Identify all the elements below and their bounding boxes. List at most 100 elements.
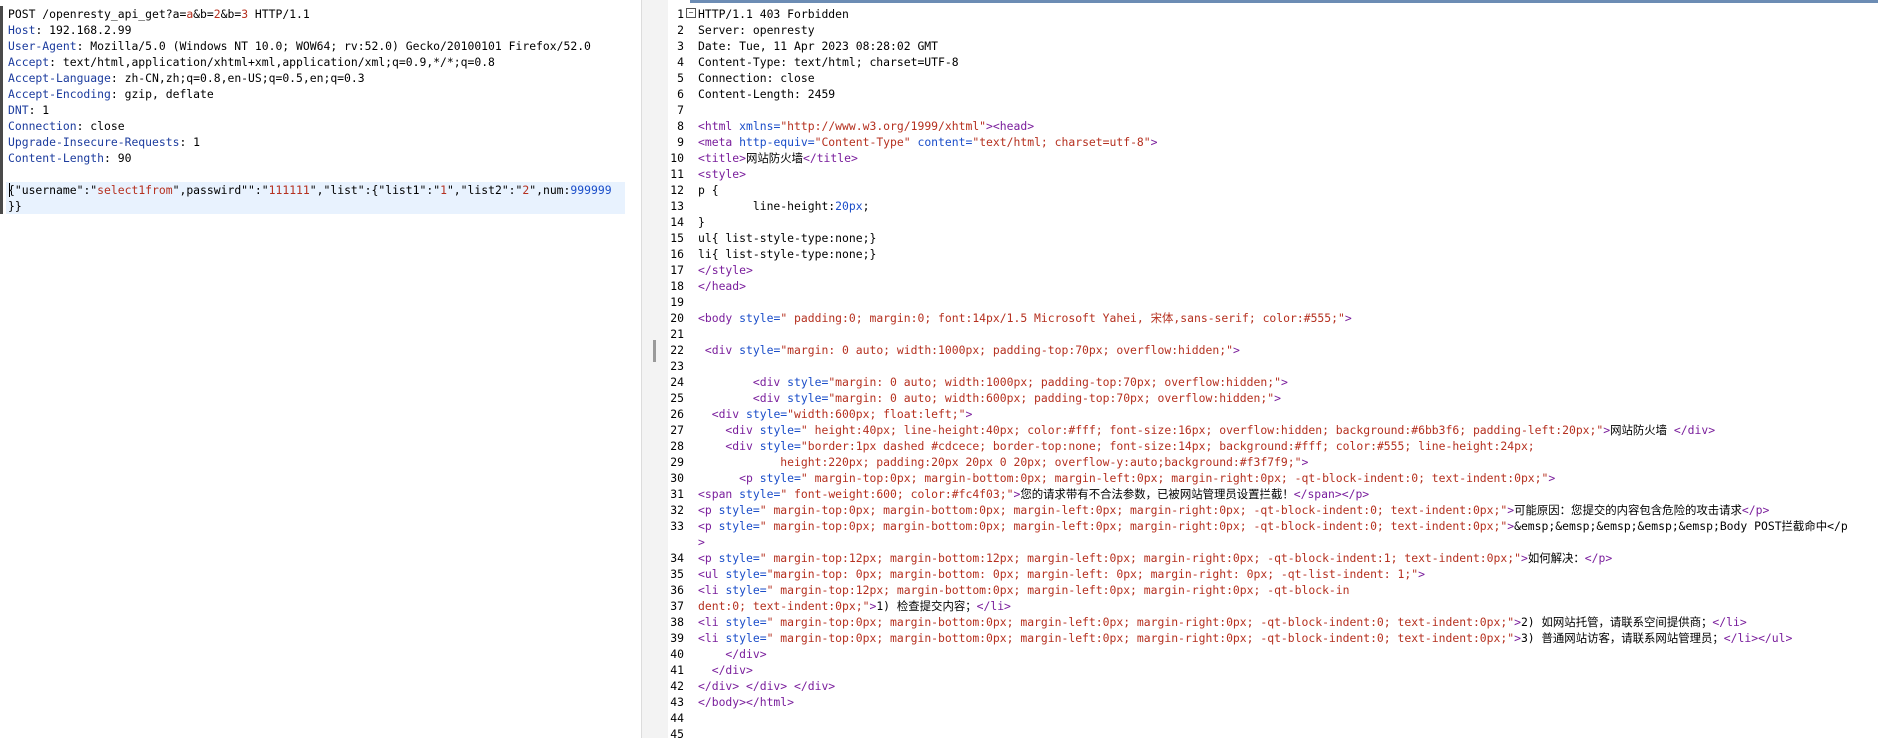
- request-line: }}: [8, 198, 22, 214]
- code-token: >: [1514, 631, 1521, 645]
- code-token: HTTP/1.1 403 Forbidden: [698, 7, 849, 21]
- code-token: <meta: [698, 135, 740, 149]
- code-token: >: [1548, 471, 1556, 485]
- code-token: ul{ list-style-type:none;}: [698, 231, 877, 245]
- request-line: Accept: text/html,application/xhtml+xml,…: [8, 54, 495, 70]
- response-line: height:220px; padding:20px 20px 0 20px; …: [698, 454, 1308, 470]
- code-token: Date: Tue, 11 Apr 2023 08:28:02 GMT: [698, 39, 939, 53]
- code-token: 可能原因：您提交的内容包含危险的攻击请求: [1514, 503, 1742, 517]
- code-token: 3) 普通网站访客，请联系网站管理员；: [1520, 631, 1724, 645]
- code-token: " margin-top:0px; margin-bottom:0px; mar…: [800, 471, 1549, 485]
- request-line: {"username":"select1from",passwird"":"11…: [8, 182, 612, 198]
- code-token: <p: [698, 519, 719, 533]
- line-number: 44: [670, 711, 684, 725]
- code-token: style=: [718, 503, 760, 517]
- response-line: <body style=" padding:0; margin:0; font:…: [698, 310, 1352, 326]
- fold-minus-icon[interactable]: −: [686, 8, 696, 18]
- code-token: Content-Length: [8, 151, 105, 165]
- response-line: </body></html>: [698, 694, 794, 710]
- code-token: "margin: 0 auto; width:1000px; padding-t…: [780, 343, 1233, 357]
- request-pane: POST /openresty_api_get?a=a&b=2&b=3 HTTP…: [0, 0, 625, 738]
- code-token: >: [698, 535, 705, 549]
- code-token: : 192.168.2.99: [35, 23, 132, 37]
- response-line: Content-Type: text/html; charset=UTF-8: [698, 54, 959, 70]
- code-token: style=: [725, 583, 767, 597]
- line-number: 20: [670, 311, 684, 325]
- code-token: <li: [698, 583, 726, 597]
- line-number: 8: [677, 119, 684, 133]
- splitter-grip-icon[interactable]: [653, 340, 656, 362]
- line-number: 15: [670, 231, 684, 245]
- line-number: 29: [670, 455, 684, 469]
- gutter-marker: [0, 182, 3, 198]
- code-token: Content-Length: 2459: [698, 87, 836, 101]
- gutter-marker: [0, 118, 3, 134]
- code-token: "margin: 0 auto; width:600px; padding-to…: [828, 391, 1275, 405]
- code-token: </div>: [698, 647, 767, 661]
- code-token: &b=: [193, 7, 214, 21]
- code-token: : Mozilla/5.0 (Windows NT 10.0; WOW64; r…: [76, 39, 591, 53]
- response-line: <li style=" margin-top:0px; margin-botto…: [698, 630, 1792, 646]
- code-token: Connection: close: [698, 71, 815, 85]
- code-token: ","list2":": [446, 183, 523, 197]
- response-line: >: [698, 534, 705, 550]
- line-number: 17: [670, 263, 684, 277]
- code-token: 20px: [835, 199, 863, 213]
- line-number: 33: [670, 519, 684, 533]
- line-number: 14: [670, 215, 684, 229]
- response-line: <div style="border:1px dashed #cdcece; b…: [698, 438, 1534, 454]
- code-token: "text/html; charset=utf-8": [972, 135, 1151, 149]
- code-token: Server: openresty: [698, 23, 815, 37]
- code-token: style=: [739, 343, 781, 357]
- request-editor[interactable]: POST /openresty_api_get?a=a&b=2&b=3 HTTP…: [0, 6, 625, 738]
- code-token: : 1: [179, 135, 201, 149]
- response-line: ul{ list-style-type:none;}: [698, 230, 876, 246]
- code-token: style=: [725, 631, 767, 645]
- gutter-marker: [0, 166, 3, 182]
- line-number: 27: [670, 423, 684, 437]
- code-token: <div: [698, 391, 788, 405]
- response-line: </style>: [698, 262, 753, 278]
- response-line: dent:0; text-indent:0px;">1) 检查提交内容；</li…: [698, 598, 1011, 614]
- text-cursor: [9, 183, 10, 197]
- code-token: <li: [698, 615, 726, 629]
- code-token: 网站防火墙: [746, 151, 803, 165]
- response-line: <div style="margin: 0 auto; width:1000px…: [698, 374, 1288, 390]
- gutter-marker: [0, 102, 3, 118]
- line-number: 39: [670, 631, 684, 645]
- request-line: DNT: 1: [8, 102, 49, 118]
- code-token: Content-Type: text/html; charset=UTF-8: [698, 55, 959, 69]
- code-token: : zh-CN,zh;q=0.8,en-US;q=0.5,en;q=0.3: [110, 71, 365, 85]
- response-line: <ul style="margin-top: 0px; margin-botto…: [698, 566, 1425, 582]
- code-token: <div: [698, 423, 760, 437]
- code-token: >: [1418, 567, 1425, 581]
- line-number: 2: [677, 23, 684, 37]
- line-number: 5: [677, 71, 684, 85]
- line-number: 45: [670, 727, 684, 738]
- code-token: " margin-top:12px; margin-bottom:12px; m…: [759, 551, 1521, 565]
- request-line: User-Agent: Mozilla/5.0 (Windows NT 10.0…: [8, 38, 591, 54]
- code-token: </span></p>: [1293, 487, 1370, 501]
- code-token: " margin-top:0px; margin-bottom:0px; mar…: [766, 631, 1515, 645]
- code-token: style=: [759, 439, 801, 453]
- pane-splitter[interactable]: [641, 0, 670, 738]
- code-token: <div: [698, 407, 747, 421]
- code-token: username: [21, 183, 77, 197]
- code-token: </li>: [1712, 615, 1747, 629]
- request-line: Content-Length: 90: [8, 150, 131, 166]
- line-number: 40: [670, 647, 684, 661]
- response-line: line-height:20px;: [698, 198, 870, 214]
- response-line: Date: Tue, 11 Apr 2023 08:28:02 GMT: [698, 38, 938, 54]
- line-number: 23: [670, 359, 684, 373]
- line-number: 6: [677, 87, 684, 101]
- code-token: " padding:0; margin:0; font:14px/1.5 Mic…: [780, 311, 1345, 325]
- response-line: Content-Length: 2459: [698, 86, 835, 102]
- code-token: style=: [746, 407, 788, 421]
- code-token: <title>: [698, 151, 747, 165]
- code-token: 您的请求带有不合法参数，已被网站管理员设置拦截！: [1020, 487, 1294, 501]
- code-token: User-Agent: [8, 39, 77, 53]
- request-line: Host: 192.168.2.99: [8, 22, 131, 38]
- response-line: p {: [698, 182, 719, 198]
- code-token: </body></html>: [698, 695, 795, 709]
- line-number: 4: [677, 55, 684, 69]
